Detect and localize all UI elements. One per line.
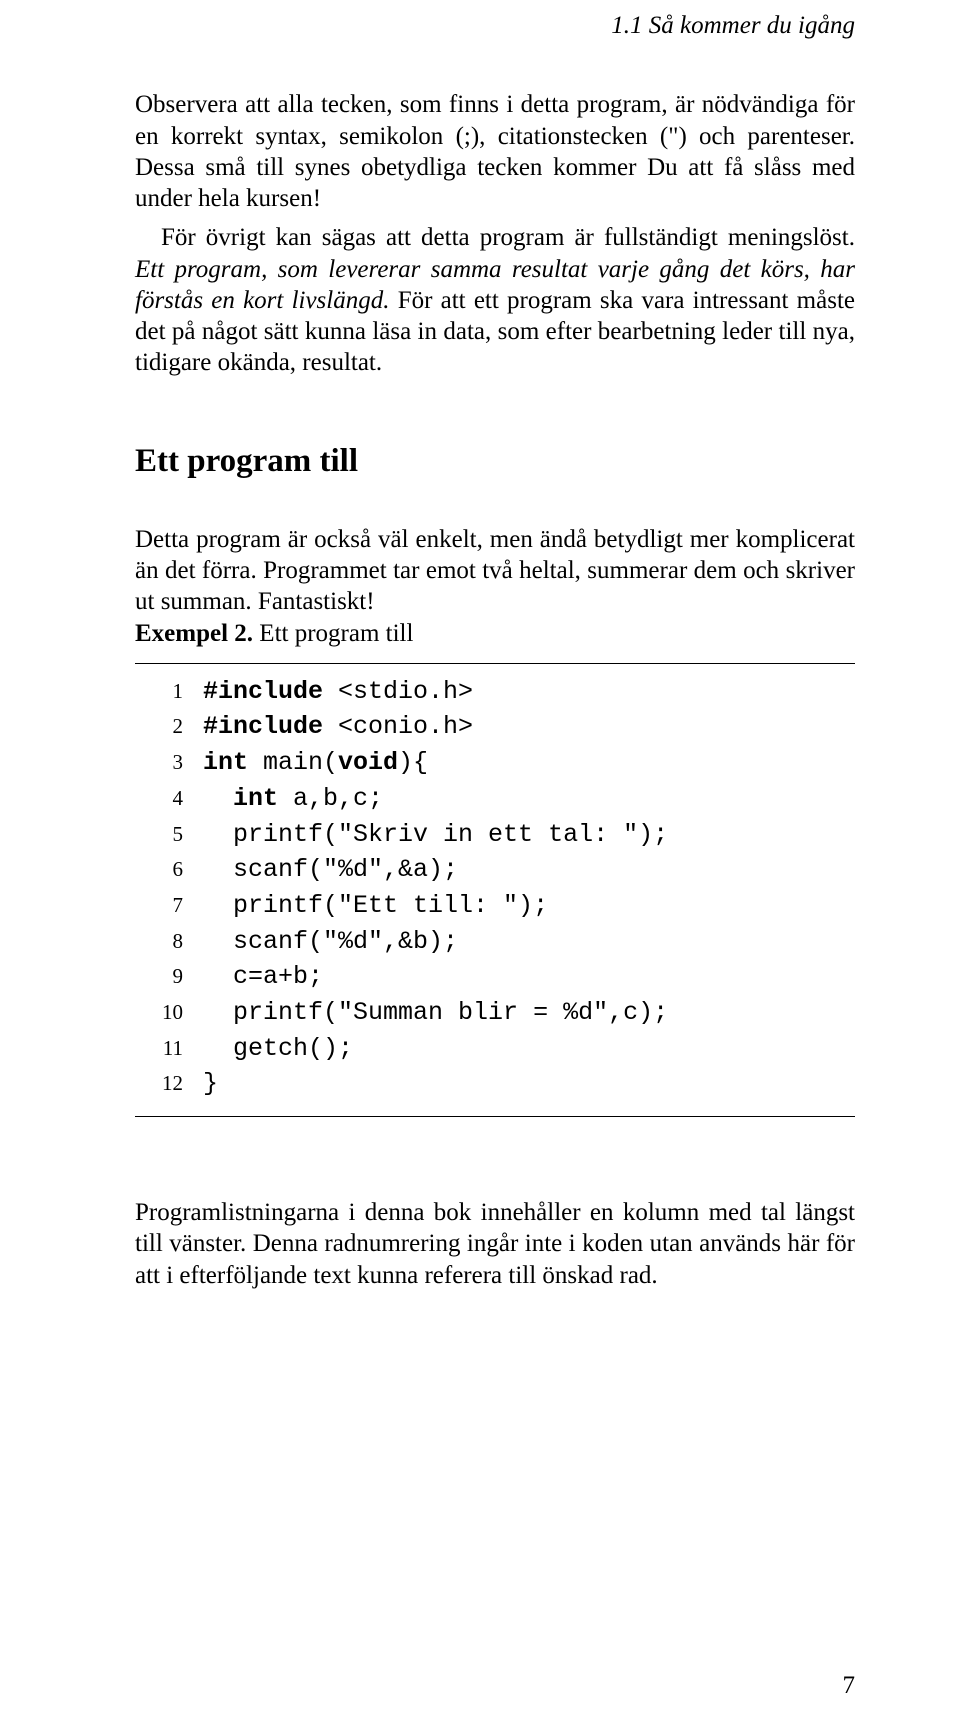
code-line: 2#include <conio.h> bbox=[135, 709, 855, 745]
line-number: 4 bbox=[135, 781, 203, 817]
code-rule-bottom bbox=[135, 1116, 855, 1117]
code-line: 3int main(void){ bbox=[135, 745, 855, 781]
code-text: int a,b,c; bbox=[203, 781, 855, 817]
running-head: 1.1 Så kommer du igång bbox=[135, 10, 855, 41]
paragraph-4: Programlistningarna i denna bok innehåll… bbox=[135, 1197, 855, 1291]
code-line: 10 printf("Summan blir = %d",c); bbox=[135, 995, 855, 1031]
code-text: getch(); bbox=[203, 1031, 855, 1067]
code-listing: 1#include <stdio.h>2#include <conio.h>3i… bbox=[135, 674, 855, 1102]
code-text: scanf("%d",&a); bbox=[203, 852, 855, 888]
paragraph-2-a: För övrigt kan sägas att detta program ä… bbox=[161, 224, 855, 251]
line-number: 9 bbox=[135, 959, 203, 995]
line-number: 3 bbox=[135, 745, 203, 781]
line-number: 1 bbox=[135, 674, 203, 710]
code-text: #include <conio.h> bbox=[203, 709, 855, 745]
line-number: 8 bbox=[135, 924, 203, 960]
code-line: 4 int a,b,c; bbox=[135, 781, 855, 817]
code-rule-top bbox=[135, 663, 855, 664]
code-text: int main(void){ bbox=[203, 745, 855, 781]
code-line: 5 printf("Skriv in ett tal: "); bbox=[135, 817, 855, 853]
example-caption: Exempel 2. Ett program till bbox=[135, 618, 855, 649]
paragraph-2: För övrigt kan sägas att detta program ä… bbox=[135, 222, 855, 378]
code-line: 9 c=a+b; bbox=[135, 959, 855, 995]
code-text: c=a+b; bbox=[203, 959, 855, 995]
code-text: scanf("%d",&b); bbox=[203, 924, 855, 960]
line-number: 5 bbox=[135, 817, 203, 853]
paragraph-3: Detta program är också väl enkelt, men ä… bbox=[135, 524, 855, 618]
line-number: 12 bbox=[135, 1066, 203, 1102]
code-text: printf("Ett till: "); bbox=[203, 888, 855, 924]
code-text: printf("Skriv in ett tal: "); bbox=[203, 817, 855, 853]
line-number: 2 bbox=[135, 709, 203, 745]
code-line: 1#include <stdio.h> bbox=[135, 674, 855, 710]
code-text: #include <stdio.h> bbox=[203, 674, 855, 710]
code-line: 8 scanf("%d",&b); bbox=[135, 924, 855, 960]
line-number: 6 bbox=[135, 852, 203, 888]
line-number: 7 bbox=[135, 888, 203, 924]
line-number: 10 bbox=[135, 995, 203, 1031]
code-line: 7 printf("Ett till: "); bbox=[135, 888, 855, 924]
page: 1.1 Så kommer du igång Observera att all… bbox=[0, 0, 960, 1727]
line-number: 11 bbox=[135, 1031, 203, 1067]
code-line: 11 getch(); bbox=[135, 1031, 855, 1067]
example-title: Ett program till bbox=[253, 620, 413, 647]
code-text: } bbox=[203, 1066, 855, 1102]
code-line: 12} bbox=[135, 1066, 855, 1102]
page-number: 7 bbox=[843, 1670, 856, 1701]
example-label: Exempel 2. bbox=[135, 620, 253, 647]
code-line: 6 scanf("%d",&a); bbox=[135, 852, 855, 888]
section-heading: Ett program till bbox=[135, 379, 855, 524]
paragraph-1: Observera att alla tecken, som finns i d… bbox=[135, 89, 855, 214]
code-text: printf("Summan blir = %d",c); bbox=[203, 995, 855, 1031]
